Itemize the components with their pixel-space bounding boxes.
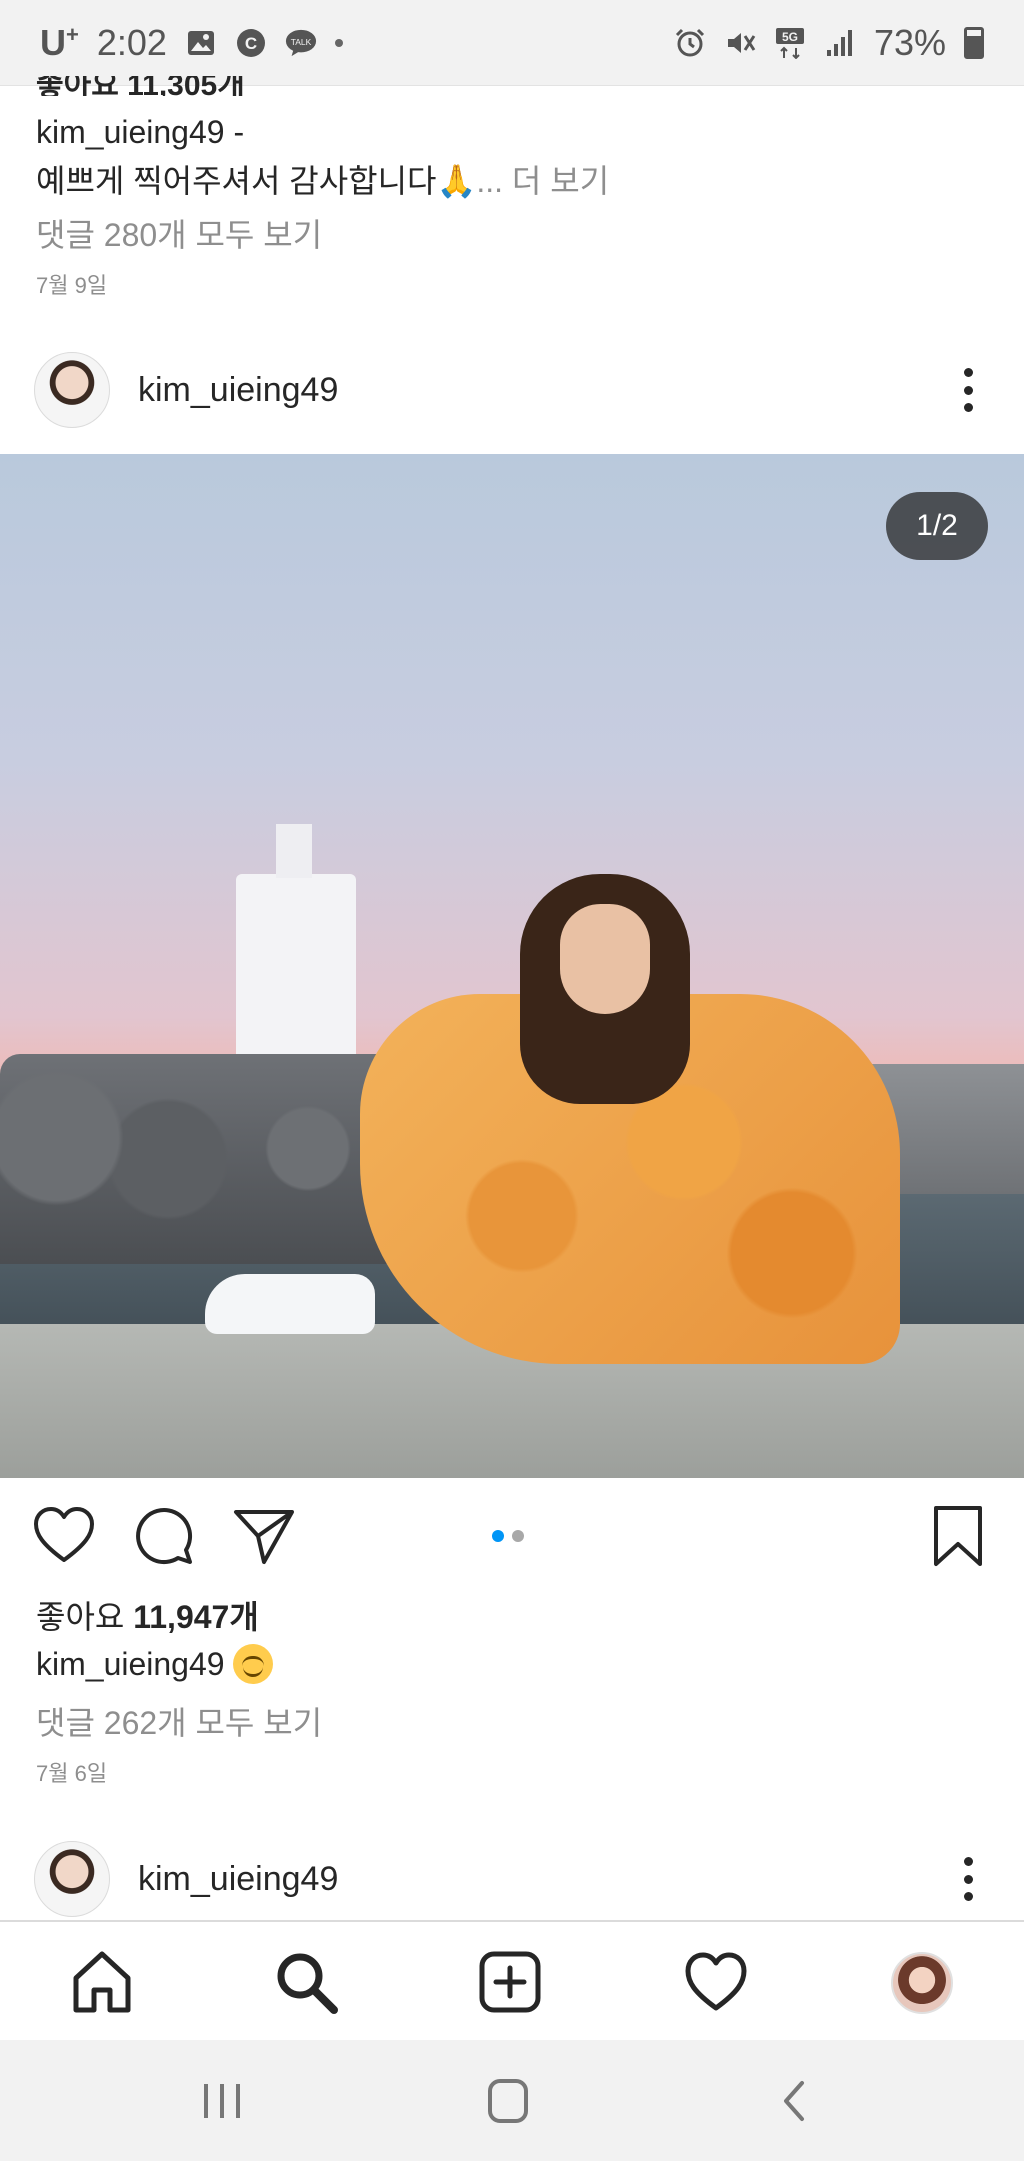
- network-5g-icon: 5G: [774, 27, 806, 59]
- svg-text:TALK: TALK: [291, 36, 312, 46]
- prev-view-comments-link[interactable]: 댓글 280개 모두 보기: [36, 210, 322, 256]
- c-notification-icon: C: [235, 28, 267, 58]
- post-date: 7월 6일: [36, 1761, 108, 1786]
- alarm-icon: [674, 28, 706, 58]
- talk-notification-icon: TALK: [285, 28, 317, 58]
- more-options-icon[interactable]: [962, 368, 974, 412]
- carrier-label: U+: [40, 21, 79, 63]
- mute-icon: [724, 28, 756, 58]
- home-button-icon[interactable]: [478, 2076, 538, 2126]
- share-send-icon[interactable]: [232, 1504, 296, 1568]
- carousel-dot-active: [492, 1530, 504, 1542]
- likes-count[interactable]: 좋아요 11,947개: [36, 1592, 259, 1638]
- avatar[interactable]: [34, 1841, 110, 1917]
- status-left: U+ 2:02 C TALK: [40, 22, 343, 64]
- smiling-emoji-icon: [232, 1644, 273, 1684]
- clock: 2:02: [96, 21, 167, 63]
- next-post-username[interactable]: kim_uieing49: [138, 1860, 338, 1899]
- prev-caption-text: 예쁘게 찍어주셔서 감사합니다🙏: [36, 163, 477, 199]
- carousel-dot: [512, 1530, 524, 1542]
- svg-text:C: C: [245, 34, 257, 53]
- prev-post-date: 7월 9일: [36, 273, 108, 298]
- profile-avatar[interactable]: [891, 1952, 953, 2014]
- comment-icon[interactable]: [132, 1504, 196, 1568]
- activity-heart-icon[interactable]: [682, 1948, 750, 2016]
- status-bar: U+ 2:02 C TALK 5G 73%: [0, 0, 1024, 86]
- bottom-navigation: [0, 1920, 1024, 2040]
- battery-percent: 73%: [873, 21, 946, 63]
- more-notifications-dot: [334, 38, 343, 47]
- post-caption: kim_uieing49: [36, 1644, 273, 1684]
- image-counter-badge: 1/2: [886, 492, 988, 560]
- view-comments-link[interactable]: 댓글 262개 모두 보기: [36, 1698, 322, 1744]
- more-options-icon[interactable]: [962, 1857, 974, 1901]
- prev-caption-username[interactable]: kim_uieing49 -: [36, 114, 244, 151]
- photo-shoe: [205, 1274, 375, 1334]
- home-icon[interactable]: [68, 1948, 136, 2016]
- more-link[interactable]: ... 더 보기: [476, 163, 609, 199]
- new-post-icon[interactable]: [476, 1948, 544, 2016]
- svg-text:5G: 5G: [782, 30, 798, 44]
- caption-username[interactable]: kim_uieing49: [36, 1646, 225, 1683]
- photo-person-face: [560, 904, 650, 1014]
- prev-caption: 예쁘게 찍어주셔서 감사합니다🙏... 더 보기: [36, 156, 609, 202]
- prev-likes-cut: 좋아요 11,305개: [36, 76, 245, 96]
- post-username[interactable]: kim_uieing49: [138, 371, 338, 410]
- photo-lighthouse: [236, 824, 356, 1064]
- bookmark-icon[interactable]: [928, 1504, 988, 1568]
- signal-icon: [824, 28, 856, 58]
- search-icon[interactable]: [272, 1948, 340, 2016]
- post-photo[interactable]: 1/2: [0, 454, 1024, 1478]
- post-actions: [0, 1478, 1024, 1588]
- battery-icon: [964, 26, 984, 59]
- back-icon[interactable]: [766, 2076, 826, 2126]
- recent-apps-icon[interactable]: [192, 2076, 252, 2126]
- status-right: 5G 73%: [674, 22, 984, 64]
- avatar[interactable]: [34, 352, 110, 428]
- post-header: kim_uieing49: [0, 340, 1024, 440]
- next-post-header: kim_uieing49: [0, 1829, 1024, 1929]
- gallery-notification-icon: [185, 28, 217, 58]
- system-navigation-bar: [0, 2040, 1024, 2161]
- like-heart-icon[interactable]: [32, 1504, 96, 1568]
- carousel-indicator: [492, 1530, 524, 1542]
